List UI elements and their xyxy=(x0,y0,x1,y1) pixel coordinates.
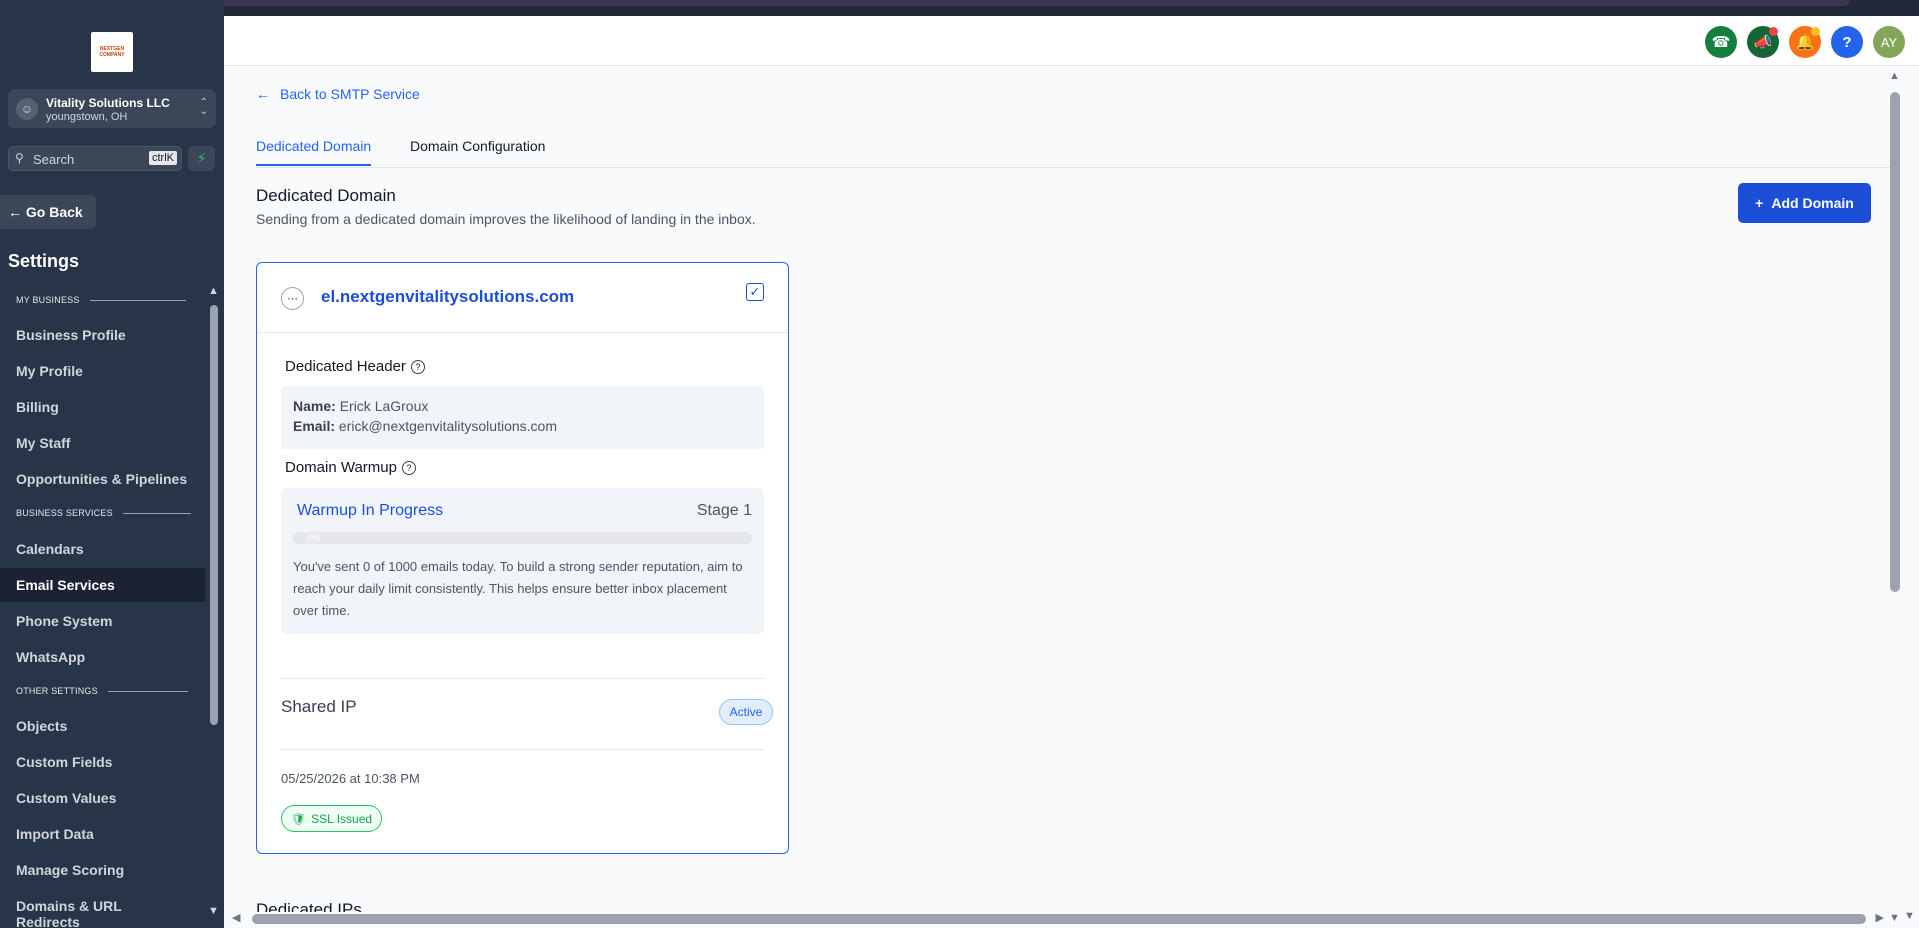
top-bar xyxy=(150,0,1850,6)
arrow-left-icon: ← xyxy=(256,86,270,102)
ellipsis-icon: ⋯ xyxy=(287,293,298,305)
tab-dedicated-domain[interactable]: Dedicated Domain xyxy=(256,138,372,166)
warmup-description: You've sent 0 of 1000 emails today. To b… xyxy=(293,559,743,618)
quick-actions-button[interactable]: ⚡ xyxy=(188,146,215,171)
progress-percent: 0% xyxy=(307,533,321,543)
page-subtitle: Sending from a dedicated domain improves… xyxy=(256,211,756,227)
help-button[interactable]: ? xyxy=(1831,26,1863,58)
sidebar-item-my-staff[interactable]: My Staff xyxy=(0,426,205,460)
sidebar-item-custom-fields[interactable]: Custom Fields xyxy=(0,745,205,779)
warmup-status: Warmup In Progress xyxy=(297,502,444,519)
scroll-left-icon[interactable]: ◀ xyxy=(232,911,240,924)
status-badge: Active xyxy=(719,699,773,725)
main-scroll-thumb[interactable] xyxy=(1890,92,1900,592)
account-name: Vitality Solutions LLC xyxy=(46,96,170,110)
horizontal-scroll-thumb[interactable] xyxy=(252,914,1866,924)
search-shortcut: ctrlK xyxy=(149,151,177,165)
phone-button[interactable]: ☎ xyxy=(1705,26,1737,58)
notification-dot xyxy=(1769,27,1778,36)
sidebar-item-business-profile[interactable]: Business Profile xyxy=(0,318,205,352)
help-circle-icon[interactable]: ? xyxy=(401,461,416,475)
warmup-stage: Stage 1 xyxy=(696,502,752,519)
shared-ip-label: Shared IP xyxy=(281,697,357,716)
sidebar-item-email-services[interactable]: Email Services xyxy=(0,568,205,602)
bell-icon: 🔔 xyxy=(1795,34,1815,51)
domain-warmup-label: Domain Warmup? xyxy=(285,459,416,476)
browser-top-strip xyxy=(0,0,1919,16)
more-options-button[interactable]: ⋯ xyxy=(281,287,304,310)
sidebar-item-calendars[interactable]: Calendars xyxy=(0,532,205,566)
sidebar-item-import-data[interactable]: Import Data xyxy=(0,817,205,851)
created-date: 05/25/2026 at 10:38 PM xyxy=(281,771,420,786)
domain-card: ⋯ el.nextgenvitalitysolutions.com ✓ Dedi… xyxy=(256,262,789,854)
scroll-down-icon[interactable]: ▼ xyxy=(1889,912,1900,924)
settings-title: Settings xyxy=(8,251,80,271)
page-title: Dedicated Domain xyxy=(256,186,396,205)
section-business-services: BUSINESS SERVICES xyxy=(16,508,191,518)
sender-email: Email: erick@nextgenvitalitysolutions.co… xyxy=(293,418,557,434)
domain-checkbox[interactable]: ✓ xyxy=(746,283,764,301)
sidebar-item-whatsapp[interactable]: WhatsApp xyxy=(0,640,205,674)
add-domain-button[interactable]: + Add Domain xyxy=(1738,183,1871,223)
tab-bar: Dedicated Domain Domain Configuration xyxy=(256,138,1891,168)
account-location: youngstown, OH xyxy=(46,111,128,123)
tab-domain-configuration[interactable]: Domain Configuration xyxy=(410,138,545,164)
user-icon: ☺ xyxy=(16,98,38,120)
scroll-up-icon[interactable]: ▲ xyxy=(1889,70,1900,82)
account-switcher[interactable]: ☺ Vitality Solutions LLC youngstown, OH … xyxy=(8,89,216,128)
sidebar-item-billing[interactable]: Billing xyxy=(0,390,205,424)
scroll-corner-icon: ▼ xyxy=(1904,910,1915,922)
go-back-button[interactable]: ← Go Back xyxy=(0,195,96,229)
domain-card-header: ⋯ el.nextgenvitalitysolutions.com ✓ xyxy=(257,263,788,333)
ssl-badge: 🛡 SSL Issued xyxy=(281,805,382,832)
search-placeholder: Search xyxy=(33,152,75,167)
divider xyxy=(281,749,764,750)
chevron-updown-icon: ⌃ ⌄ xyxy=(199,97,208,117)
search-input[interactable]: ⚲ Search ctrlK xyxy=(8,146,182,171)
sidebar: NEXTGEN COMPANY ☺ Vitality Solutions LLC… xyxy=(0,0,224,928)
phone-icon: ☎ xyxy=(1711,34,1731,51)
sidebar-scrollbar[interactable]: ▲ ▼ xyxy=(208,285,220,917)
sidebar-scroll-thumb[interactable] xyxy=(210,305,218,725)
main-content: ☎ 📣 🔔 ? AY ← Back to SMTP Service Dedicat… xyxy=(224,16,1919,928)
sidebar-item-objects[interactable]: Objects xyxy=(0,709,205,743)
megaphone-icon: 📣 xyxy=(1753,34,1773,51)
scroll-up-icon[interactable]: ▲ xyxy=(208,285,219,297)
lightning-icon: ⚡ xyxy=(196,150,207,166)
announcements-button[interactable]: 📣 xyxy=(1747,26,1779,58)
notification-dot xyxy=(1811,27,1820,36)
main-horizontal-scrollbar[interactable]: ◀ ▶ xyxy=(228,910,1888,926)
scroll-down-icon[interactable]: ▼ xyxy=(208,905,219,917)
user-avatar[interactable]: AY xyxy=(1873,26,1905,58)
warmup-box: Warmup In Progress Stage 1 0% You've sen… xyxy=(281,488,764,634)
section-my-business: MY BUSINESS xyxy=(16,295,186,305)
sidebar-item-domains-redirects[interactable]: Domains & URL Redirects xyxy=(0,889,205,928)
plus-icon: + xyxy=(1755,195,1764,211)
domain-name[interactable]: el.nextgenvitalitysolutions.com xyxy=(321,287,574,307)
shield-check-icon: 🛡 xyxy=(290,811,307,826)
scroll-right-icon[interactable]: ▶ xyxy=(1876,911,1884,924)
divider xyxy=(281,678,764,679)
sidebar-item-phone-system[interactable]: Phone System xyxy=(0,604,205,638)
section-other-settings: OTHER SETTINGS xyxy=(16,686,188,696)
dedicated-header-box: Name: Erick LaGroux Email: erick@nextgen… xyxy=(281,386,764,449)
help-icon: ? xyxy=(1842,33,1852,51)
dedicated-header-label: Dedicated Header? xyxy=(285,358,425,375)
sidebar-item-manage-scoring[interactable]: Manage Scoring xyxy=(0,853,205,887)
search-icon: ⚲ xyxy=(15,151,24,165)
sidebar-item-opportunities[interactable]: Opportunities & Pipelines xyxy=(0,462,205,496)
back-to-smtp-link[interactable]: ← Back to SMTP Service xyxy=(256,86,420,102)
main-vertical-scrollbar[interactable]: ▲ ▼ xyxy=(1887,66,1903,928)
check-icon: ✓ xyxy=(749,284,761,299)
sender-name: Name: Erick LaGroux xyxy=(293,398,429,414)
help-circle-icon[interactable]: ? xyxy=(410,360,425,374)
sidebar-item-my-profile[interactable]: My Profile xyxy=(0,354,205,388)
warmup-progress-bar: 0% xyxy=(293,532,752,544)
notifications-button[interactable]: 🔔 xyxy=(1789,26,1821,58)
top-header: ☎ 📣 🔔 ? AY xyxy=(224,16,1919,66)
sidebar-item-custom-values[interactable]: Custom Values xyxy=(0,781,205,815)
company-logo[interactable]: NEXTGEN COMPANY xyxy=(91,32,133,72)
arrow-left-icon: ← xyxy=(8,204,22,220)
